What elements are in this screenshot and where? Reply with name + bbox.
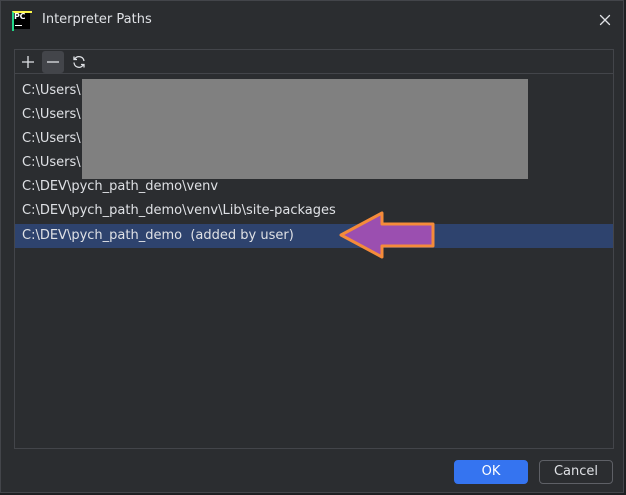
dialog-title: Interpreter Paths bbox=[42, 12, 152, 27]
close-icon[interactable] bbox=[597, 12, 613, 28]
remove-icon bbox=[47, 61, 59, 63]
title-bar: PC Interpreter Paths bbox=[1, 1, 623, 39]
paths-toolbar bbox=[14, 49, 614, 73]
add-path-button[interactable] bbox=[17, 51, 39, 73]
ok-button[interactable]: OK bbox=[454, 460, 528, 484]
annotation-arrow-icon bbox=[339, 211, 435, 259]
interpreter-paths-dialog: PC Interpreter Paths C:\Users\ C:\Users\… bbox=[0, 0, 624, 493]
list-item[interactable]: C:\DEV\pych_path_demo\venv\Lib\site-pack… bbox=[15, 199, 613, 223]
cancel-button[interactable]: Cancel bbox=[539, 460, 613, 484]
reload-paths-button[interactable] bbox=[68, 51, 90, 73]
interpreter-paths-list[interactable]: C:\Users\ C:\Users\ C:\Users\ C:\Users\ … bbox=[14, 73, 614, 449]
list-item-selected[interactable]: C:\DEV\pych_path_demo (added by user) bbox=[15, 224, 613, 248]
pycharm-logo-icon: PC bbox=[12, 11, 32, 31]
reload-icon bbox=[73, 56, 85, 68]
remove-path-button[interactable] bbox=[42, 51, 64, 73]
redaction-block bbox=[82, 79, 528, 179]
add-icon bbox=[22, 56, 34, 68]
